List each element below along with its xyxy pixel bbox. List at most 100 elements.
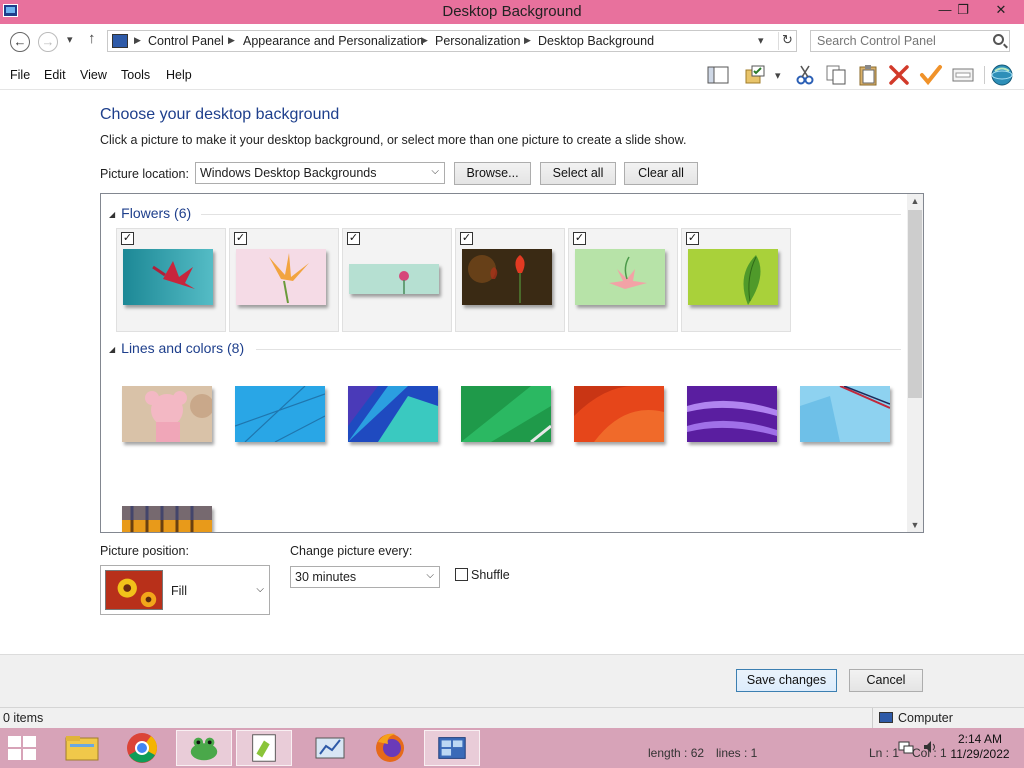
picture-tile[interactable]: ✓ — [229, 228, 339, 332]
chevron-down-icon: ⌵ — [426, 570, 434, 581]
editor-lines-indicator: lines : 1 — [716, 746, 758, 760]
address-bar[interactable]: ▶ Control Panel ▶ Appearance and Persona… — [107, 30, 797, 52]
menu-edit[interactable]: Edit — [44, 68, 66, 82]
scroll-up-icon[interactable]: ▲ — [907, 196, 923, 206]
group-divider — [201, 214, 901, 215]
editor-line-indicator: Ln : 1 — [869, 746, 900, 760]
shuffle-checkbox[interactable]: Shuffle — [455, 568, 510, 582]
checkbox-box[interactable] — [455, 568, 468, 581]
system-clock[interactable]: 2:14 AM 11/29/2022 — [944, 732, 1016, 762]
cancel-button[interactable]: Cancel — [849, 669, 923, 692]
taskbar-chrome[interactable] — [114, 730, 170, 766]
volume-icon[interactable] — [922, 740, 938, 757]
picture-tile[interactable] — [116, 486, 226, 532]
menu-file[interactable]: File — [10, 68, 30, 82]
picture-checkbox[interactable]: ✓ — [234, 232, 247, 245]
scissors-icon[interactable] — [793, 64, 817, 86]
computer-label: Computer — [898, 711, 953, 725]
picture-checkbox[interactable]: ✓ — [686, 232, 699, 245]
copy-icon[interactable] — [824, 64, 848, 86]
close-button[interactable]: ✕ — [986, 0, 1016, 22]
layout-icon[interactable] — [706, 64, 730, 86]
taskbar-firefox[interactable] — [362, 730, 418, 766]
breadcrumb-appearance[interactable]: Appearance and Personalization — [243, 34, 424, 48]
picture-tile[interactable]: ✓ — [568, 228, 678, 332]
page-description: Click a picture to make it your desktop … — [100, 133, 687, 147]
change-interval-value: 30 minutes — [295, 570, 357, 584]
picture-checkbox[interactable]: ✓ — [573, 232, 586, 245]
folder-check-icon[interactable] — [744, 64, 768, 86]
save-changes-button[interactable]: Save changes — [736, 669, 837, 692]
picture-position-value: Fill — [171, 584, 187, 598]
properties-icon[interactable] — [951, 64, 975, 86]
picture-tile[interactable] — [794, 366, 904, 470]
breadcrumb-control-panel[interactable]: Control Panel — [148, 34, 224, 48]
paste-icon[interactable] — [856, 64, 880, 86]
collapse-icon[interactable]: ◢ — [109, 210, 115, 219]
picture-tile[interactable] — [455, 366, 565, 470]
picture-tile[interactable] — [229, 366, 339, 470]
back-button[interactable]: ← — [10, 32, 30, 52]
menu-view[interactable]: View — [80, 68, 107, 82]
network-icon[interactable] — [898, 740, 914, 757]
clock-date: 11/29/2022 — [950, 747, 1010, 761]
forward-button[interactable]: → — [38, 32, 58, 52]
picture-location-select[interactable]: Windows Desktop Backgrounds ⌵ — [195, 162, 445, 184]
lines-thumbnail — [574, 386, 664, 442]
select-all-button[interactable]: Select all — [540, 162, 616, 185]
gallery-scrollbar[interactable]: ▲ ▼ — [907, 194, 923, 532]
change-interval-select[interactable]: 30 minutes ⌵ — [290, 566, 440, 588]
breadcrumb-personalization[interactable]: Personalization — [435, 34, 520, 48]
delete-icon[interactable] — [887, 64, 911, 86]
change-picture-label: Change picture every: — [290, 544, 413, 558]
breadcrumb-desktop-background[interactable]: Desktop Background — [538, 34, 654, 48]
chevron-down-icon: ⌵ — [431, 166, 439, 177]
globe-icon[interactable] — [990, 64, 1014, 86]
breadcrumb-separator-icon: ▶ — [228, 35, 235, 45]
picture-tile[interactable]: ✓ — [681, 228, 791, 332]
picture-tile[interactable] — [681, 366, 791, 470]
taskbar-notepad-plus[interactable] — [236, 730, 292, 766]
picture-checkbox[interactable]: ✓ — [347, 232, 360, 245]
address-dropdown-icon[interactable]: ▾ — [758, 34, 764, 47]
group-title: Flowers (6) — [121, 205, 192, 221]
lines-thumbnail — [800, 386, 890, 442]
picture-tile[interactable] — [116, 366, 226, 470]
picture-checkbox[interactable]: ✓ — [121, 232, 134, 245]
picture-tile[interactable] — [342, 366, 452, 470]
up-button[interactable]: ↑ — [88, 30, 96, 47]
scrollbar-thumb[interactable] — [908, 210, 922, 398]
recent-pages-dropdown[interactable]: ▾ — [67, 33, 73, 46]
group-header-flowers[interactable]: ◢ Flowers (6) — [109, 205, 191, 221]
flower-thumbnail — [575, 249, 665, 305]
check-icon[interactable] — [919, 64, 943, 86]
computer-icon — [879, 712, 893, 723]
lines-thumbnail — [687, 386, 777, 442]
scroll-down-icon[interactable]: ▼ — [907, 520, 923, 530]
control-panel-icon — [112, 34, 128, 48]
taskbar-frog-app[interactable] — [176, 730, 232, 766]
picture-tile[interactable]: ✓ — [455, 228, 565, 332]
flower-thumbnail — [688, 249, 778, 305]
maximize-button[interactable]: ❐ — [948, 0, 978, 22]
picture-tile[interactable] — [568, 366, 678, 470]
picture-position-select[interactable]: Fill ⌵ — [100, 565, 270, 615]
taskbar-desktop-background-window[interactable] — [424, 730, 480, 766]
collapse-icon[interactable]: ◢ — [109, 345, 115, 354]
menu-tools[interactable]: Tools — [121, 68, 150, 82]
start-button[interactable] — [8, 736, 38, 762]
search-input[interactable] — [817, 33, 987, 49]
group-header-lines-and-colors[interactable]: ◢ Lines and colors (8) — [109, 340, 244, 356]
menu-help[interactable]: Help — [166, 68, 192, 82]
refresh-button[interactable]: ↻ — [778, 32, 796, 50]
browse-button[interactable]: Browse... — [454, 162, 531, 185]
picture-tile[interactable]: ✓ — [342, 228, 452, 332]
clear-all-button[interactable]: Clear all — [624, 162, 698, 185]
picture-tile[interactable]: ✓ — [116, 228, 226, 332]
folder-options-dropdown-icon[interactable]: ▾ — [775, 69, 781, 82]
taskbar-control-panel[interactable] — [302, 730, 358, 766]
search-icon[interactable] — [993, 34, 1004, 45]
taskbar-file-explorer[interactable] — [54, 730, 110, 766]
picture-gallery[interactable]: ◢ Flowers (6) ✓ ✓ ✓ ✓ ✓ ✓ ◢ Lines and co… — [100, 193, 924, 533]
picture-checkbox[interactable]: ✓ — [460, 232, 473, 245]
